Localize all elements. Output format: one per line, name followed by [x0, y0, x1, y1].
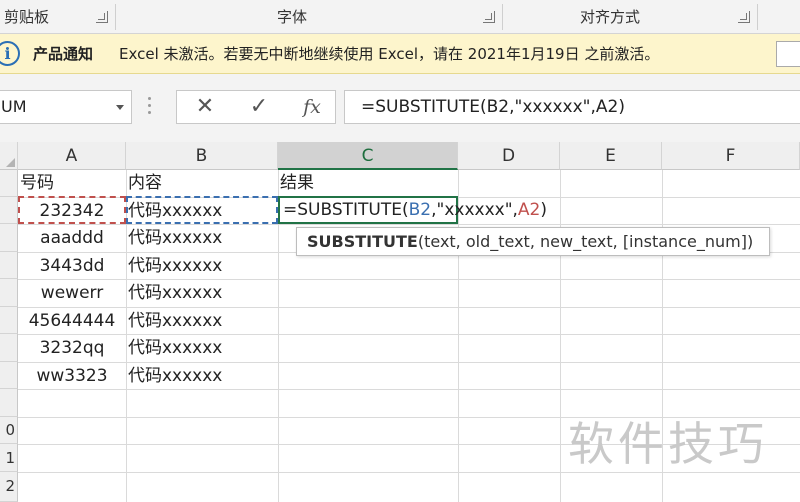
- font-launcher-icon[interactable]: [483, 11, 495, 23]
- in-cell-formula-editor[interactable]: =SUBSTITUTE(B2,"xxxxxx",A2): [283, 197, 547, 224]
- watermark: 软件技巧: [568, 417, 768, 471]
- row-header[interactable]: 2: [0, 472, 18, 502]
- column-header-b[interactable]: B: [126, 142, 278, 170]
- column-header-f[interactable]: F: [662, 142, 800, 170]
- reference-highlight-a2: [18, 196, 126, 224]
- enter-icon[interactable]: ✓: [239, 91, 279, 123]
- tooltip-function-name[interactable]: SUBSTITUTE: [307, 232, 418, 251]
- cell-b7[interactable]: 代码xxxxxx: [126, 335, 278, 362]
- row-header[interactable]: [0, 252, 18, 279]
- cell-a1[interactable]: 号码: [18, 170, 126, 197]
- ribbon-group-clipboard: 剪贴板: [4, 8, 50, 26]
- tooltip-arguments: (text, old_text, new_text, [instance_num…: [417, 232, 754, 251]
- notification-title: 产品通知: [33, 45, 94, 63]
- formula-bar: UM ✕ ✓ fx =SUBSTITUTE(B2,"xxxxxx",A2): [0, 74, 800, 142]
- formula-ref-a2: A2: [517, 200, 541, 220]
- cell-b6[interactable]: 代码xxxxxx: [126, 308, 278, 335]
- row-header[interactable]: [0, 334, 18, 362]
- formula-prefix: =SUBSTITUTE(: [283, 200, 409, 220]
- column-header-a[interactable]: A: [18, 142, 126, 170]
- grid-line: [560, 170, 561, 502]
- row-header[interactable]: [0, 362, 18, 389]
- row-header[interactable]: [0, 224, 18, 252]
- row-header[interactable]: [0, 307, 18, 334]
- cell-b8[interactable]: 代码xxxxxx: [126, 363, 278, 390]
- name-box-value: UM: [1, 97, 27, 116]
- info-icon: i: [0, 41, 20, 66]
- row-header[interactable]: [0, 170, 18, 197]
- cell-a6[interactable]: 45644444: [18, 308, 126, 335]
- alignment-launcher-icon[interactable]: [738, 11, 750, 23]
- column-header-e[interactable]: E: [560, 142, 662, 170]
- cell-b1[interactable]: 内容: [126, 170, 278, 197]
- grip-dots-icon: [148, 97, 152, 117]
- row-header[interactable]: [0, 389, 18, 417]
- formula-input[interactable]: =SUBSTITUTE(B2,"xxxxxx",A2): [344, 90, 800, 124]
- select-all-button[interactable]: [0, 142, 18, 170]
- row-header[interactable]: [0, 279, 18, 307]
- row-header[interactable]: 1: [0, 444, 18, 472]
- function-tooltip: SUBSTITUTE(text, old_text, new_text, [in…: [296, 227, 770, 256]
- select-all-triangle-icon: [6, 158, 15, 167]
- ribbon-group-labels: 剪贴板 字体 对齐方式: [0, 0, 800, 34]
- cell-b3[interactable]: 代码xxxxxx: [126, 225, 278, 252]
- formula-suffix: ): [540, 200, 548, 220]
- ribbon-separator: [502, 4, 503, 30]
- column-header-c[interactable]: C: [278, 142, 458, 170]
- row-header[interactable]: [0, 197, 18, 224]
- cancel-icon[interactable]: ✕: [185, 91, 225, 123]
- ribbon-separator: [115, 4, 116, 30]
- formula-buttons: ✕ ✓ fx: [176, 90, 336, 124]
- ribbon-group-font: 字体: [277, 8, 308, 26]
- notification-message: Excel 未激活。若要无中断地继续使用 Excel，请在 2021年1月19日…: [119, 45, 660, 63]
- reference-highlight-b2: [126, 196, 278, 224]
- name-box[interactable]: UM: [0, 90, 132, 124]
- cell-b4[interactable]: 代码xxxxxx: [126, 253, 278, 280]
- clipboard-launcher-icon[interactable]: [96, 11, 108, 23]
- cell-a4[interactable]: 3443dd: [18, 253, 126, 280]
- activate-button[interactable]: [776, 41, 800, 67]
- notification-bar: i 产品通知 Excel 未激活。若要无中断地继续使用 Excel，请在 202…: [0, 34, 800, 74]
- cell-b5[interactable]: 代码xxxxxx: [126, 280, 278, 307]
- insert-function-icon[interactable]: fx: [292, 91, 332, 123]
- cell-a3[interactable]: aaaddd: [18, 225, 126, 252]
- ribbon-separator: [757, 4, 758, 30]
- formula-ref-b2: B2: [408, 200, 432, 220]
- cell-a8[interactable]: ww3323: [18, 363, 126, 390]
- row-header[interactable]: 0: [0, 417, 18, 444]
- ribbon-group-alignment: 对齐方式: [580, 8, 641, 26]
- cell-a7[interactable]: 3232qq: [18, 335, 126, 362]
- formula-middle: ,"xxxxxx",: [431, 200, 518, 220]
- chevron-down-icon[interactable]: [116, 105, 124, 110]
- cell-a5[interactable]: wewerr: [18, 280, 126, 307]
- column-header-d[interactable]: D: [458, 142, 560, 170]
- cell-c1[interactable]: 结果: [278, 170, 458, 197]
